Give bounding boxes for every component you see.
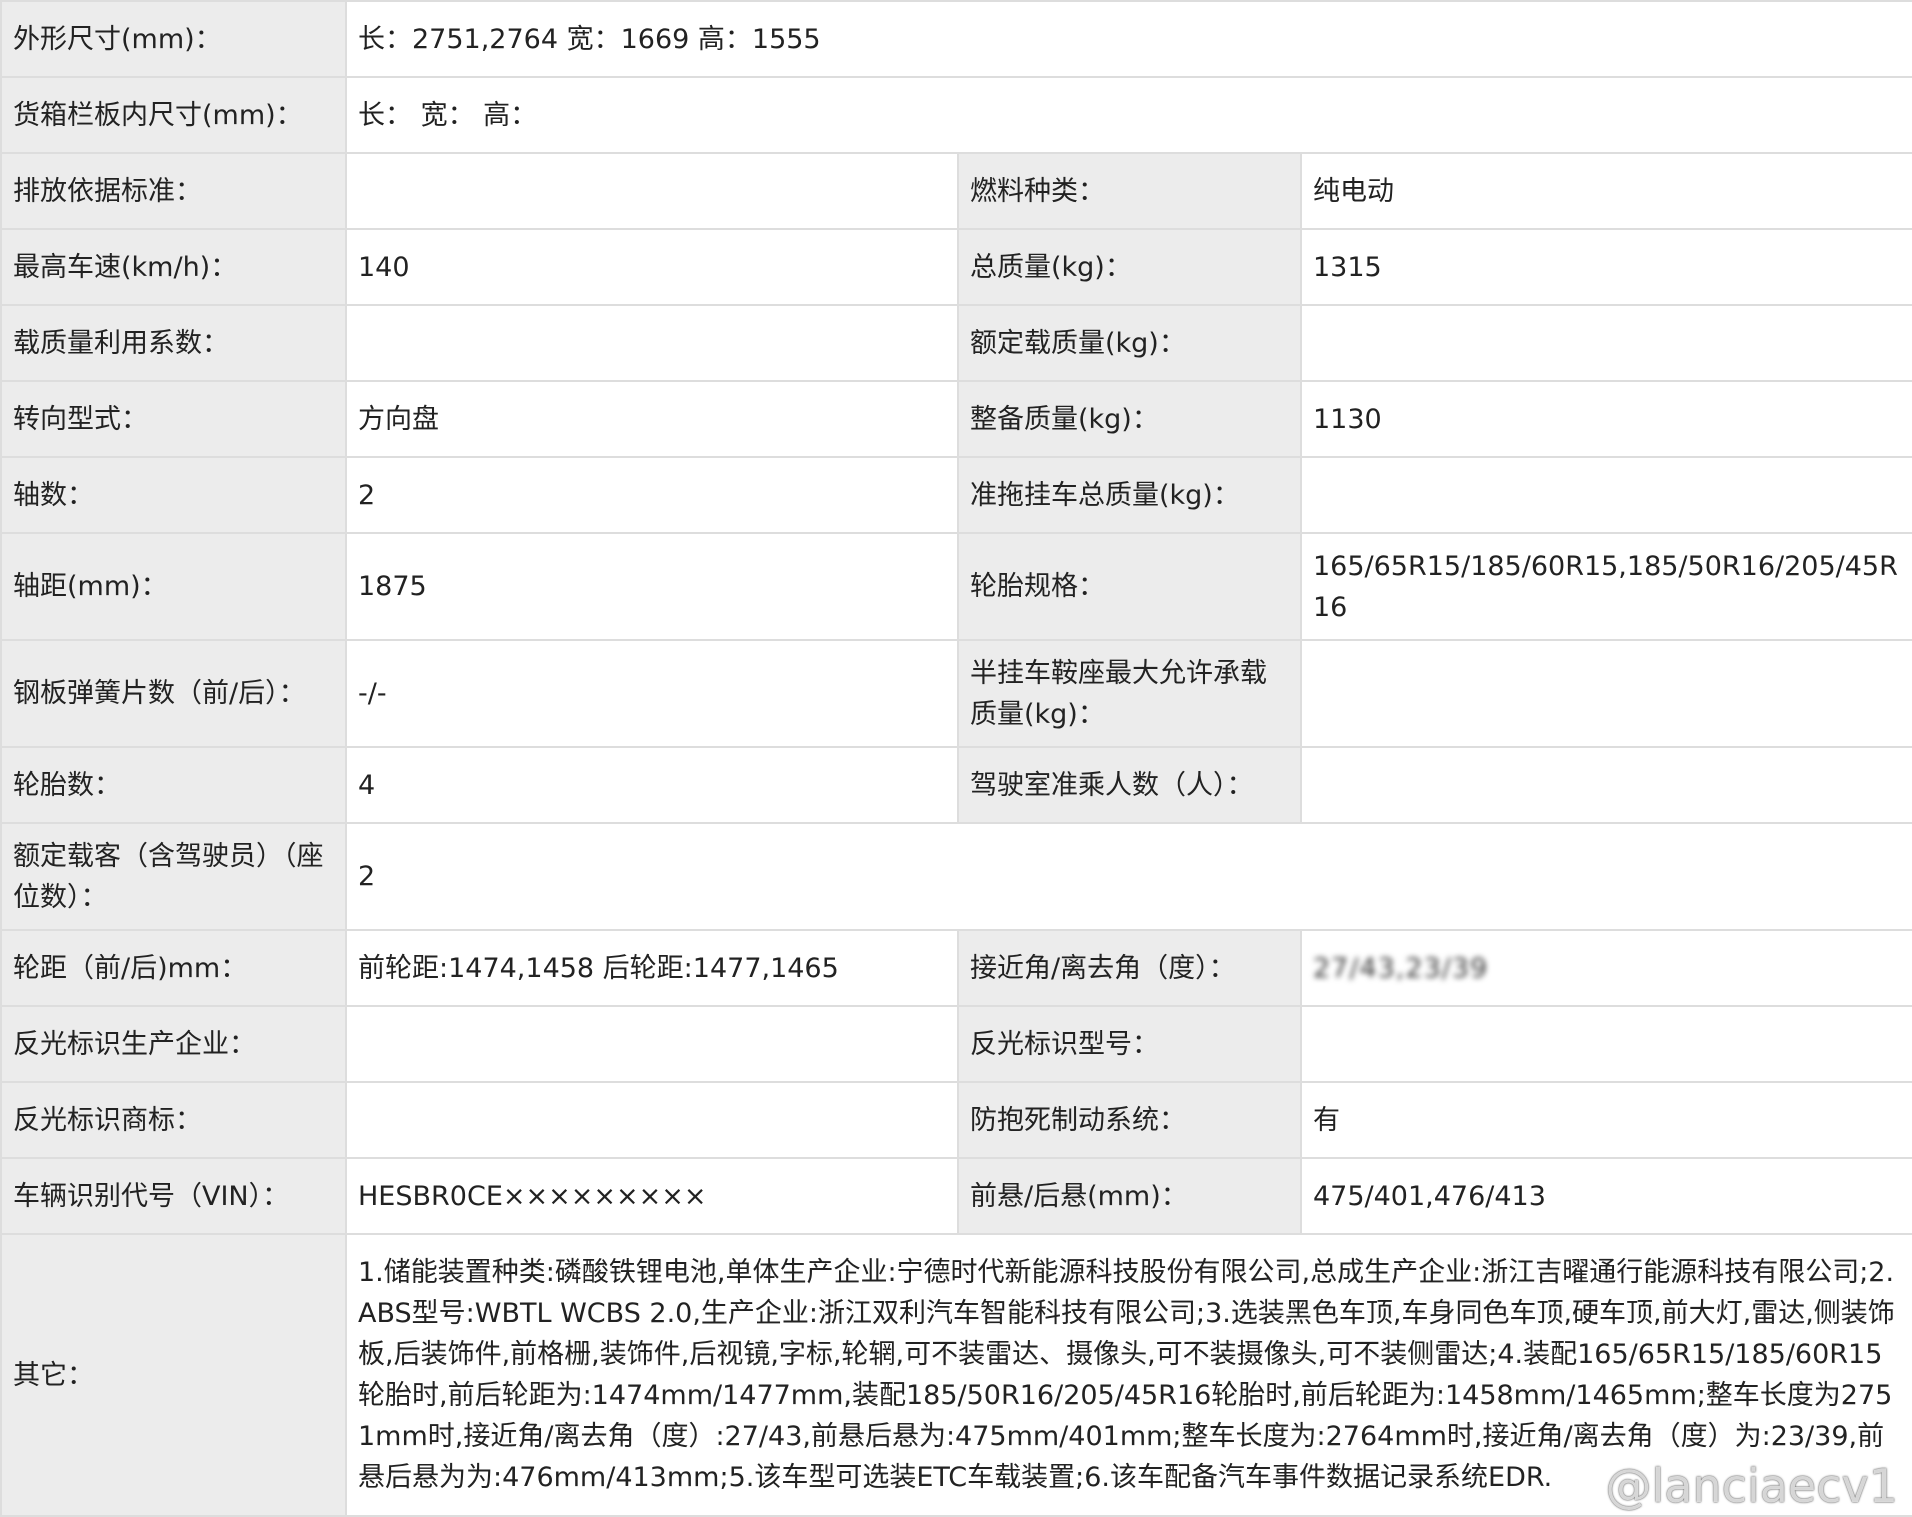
approach-departure-angle-label: 接近角/离去角（度）： — [957, 929, 1302, 1007]
other-value: 1.储能装置种类:磷酸铁锂电池,单体生产企业:宁德时代新能源科技股份有限公司,总… — [345, 1233, 1912, 1517]
curb-mass-value: 1130 — [1300, 380, 1912, 458]
track-width-value: 前轮距:1474,1458 后轮距:1477,1465 — [345, 929, 959, 1007]
rated-load-value — [1300, 304, 1912, 382]
table-row: 载质量利用系数： 额定载质量(kg)： — [0, 304, 1912, 382]
table-row: 货箱栏板内尺寸(mm)： 长： 宽： 高： — [0, 76, 1912, 154]
rated-passengers-value: 2 — [345, 822, 1912, 931]
table-row: 外形尺寸(mm)： 长：2751,2764 宽：1669 高：1555 — [0, 0, 1912, 78]
rated-load-label: 额定载质量(kg)： — [957, 304, 1302, 382]
reflector-maker-label: 反光标识生产企业： — [0, 1005, 347, 1083]
load-factor-label: 载质量利用系数： — [0, 304, 347, 382]
gross-mass-value: 1315 — [1300, 228, 1912, 306]
max-speed-value: 140 — [345, 228, 959, 306]
cargo-box-value: 长： 宽： 高： — [345, 76, 1912, 154]
table-row: 车辆识别代号（VIN）： HESBR0CE××××××××× 前悬/后悬(mm)… — [0, 1157, 1912, 1235]
max-speed-label: 最高车速(km/h)： — [0, 228, 347, 306]
tire-count-value: 4 — [345, 746, 959, 824]
tire-spec-value: 165/65R15/185/60R15,185/50R16/205/45R16 — [1300, 532, 1912, 641]
dimensions-label: 外形尺寸(mm)： — [0, 0, 347, 78]
table-row: 转向型式： 方向盘 整备质量(kg)： 1130 — [0, 380, 1912, 458]
emission-standard-value — [345, 152, 959, 230]
reflector-model-label: 反光标识型号： — [957, 1005, 1302, 1083]
cab-occupants-value — [1300, 746, 1912, 824]
table-row: 其它： 1.储能装置种类:磷酸铁锂电池,单体生产企业:宁德时代新能源科技股份有限… — [0, 1233, 1912, 1517]
watermark: @lanciaecv1 — [1605, 1459, 1898, 1513]
table-row: 轮距（前/后)mm： 前轮距:1474,1458 后轮距:1477,1465 接… — [0, 929, 1912, 1007]
gross-mass-label: 总质量(kg)： — [957, 228, 1302, 306]
abs-label: 防抱死制动系统： — [957, 1081, 1302, 1159]
vin-value: HESBR0CE××××××××× — [345, 1157, 959, 1235]
table-row: 额定载客（含驾驶员）（座位数）： 2 — [0, 822, 1912, 931]
table-row: 钢板弹簧片数（前/后）： -/- 半挂车鞍座最大允许承载质量(kg)： — [0, 639, 1912, 748]
trailer-mass-value — [1300, 456, 1912, 534]
axles-value: 2 — [345, 456, 959, 534]
reflector-maker-value — [345, 1005, 959, 1083]
track-width-label: 轮距（前/后)mm： — [0, 929, 347, 1007]
approach-departure-angle-value: 27/43,23/39 — [1300, 929, 1912, 1007]
vin-label: 车辆识别代号（VIN）： — [0, 1157, 347, 1235]
load-factor-value — [345, 304, 959, 382]
reflector-model-value — [1300, 1005, 1912, 1083]
other-text: 1.储能装置种类:磷酸铁锂电池,单体生产企业:宁德时代新能源科技股份有限公司,总… — [358, 1257, 1895, 1493]
leaf-springs-label: 钢板弹簧片数（前/后）： — [0, 639, 347, 748]
tire-spec-label: 轮胎规格： — [957, 532, 1302, 641]
rated-passengers-label: 额定载客（含驾驶员）（座位数）： — [0, 822, 347, 931]
fuel-type-value: 纯电动 — [1300, 152, 1912, 230]
saddle-load-value — [1300, 639, 1912, 748]
abs-value: 有 — [1300, 1081, 1912, 1159]
fuel-type-label: 燃料种类： — [957, 152, 1302, 230]
saddle-load-label: 半挂车鞍座最大允许承载质量(kg)： — [957, 639, 1302, 748]
emission-standard-label: 排放依据标准： — [0, 152, 347, 230]
trailer-mass-label: 准拖挂车总质量(kg)： — [957, 456, 1302, 534]
table-row: 轴距(mm)： 1875 轮胎规格： 165/65R15/185/60R15,1… — [0, 532, 1912, 641]
cab-occupants-label: 驾驶室准乘人数（人）： — [957, 746, 1302, 824]
table-row: 最高车速(km/h)： 140 总质量(kg)： 1315 — [0, 228, 1912, 306]
vehicle-spec-table: 外形尺寸(mm)： 长：2751,2764 宽：1669 高：1555 货箱栏板… — [0, 0, 1912, 1517]
overhang-value: 475/401,476/413 — [1300, 1157, 1912, 1235]
axles-label: 轴数： — [0, 456, 347, 534]
table-row: 排放依据标准： 燃料种类： 纯电动 — [0, 152, 1912, 230]
table-row: 反光标识商标： 防抱死制动系统： 有 — [0, 1081, 1912, 1159]
steering-value: 方向盘 — [345, 380, 959, 458]
cargo-box-label: 货箱栏板内尺寸(mm)： — [0, 76, 347, 154]
reflector-brand-value — [345, 1081, 959, 1159]
table-row: 轮胎数： 4 驾驶室准乘人数（人）： — [0, 746, 1912, 824]
steering-label: 转向型式： — [0, 380, 347, 458]
other-label: 其它： — [0, 1233, 347, 1517]
curb-mass-label: 整备质量(kg)： — [957, 380, 1302, 458]
wheelbase-label: 轴距(mm)： — [0, 532, 347, 641]
table-row: 反光标识生产企业： 反光标识型号： — [0, 1005, 1912, 1083]
table-row: 轴数： 2 准拖挂车总质量(kg)： — [0, 456, 1912, 534]
wheelbase-value: 1875 — [345, 532, 959, 641]
leaf-springs-value: -/- — [345, 639, 959, 748]
tire-count-label: 轮胎数： — [0, 746, 347, 824]
dimensions-value: 长：2751,2764 宽：1669 高：1555 — [345, 0, 1912, 78]
reflector-brand-label: 反光标识商标： — [0, 1081, 347, 1159]
overhang-label: 前悬/后悬(mm)： — [957, 1157, 1302, 1235]
blurred-angle-text: 27/43,23/39 — [1313, 952, 1489, 984]
